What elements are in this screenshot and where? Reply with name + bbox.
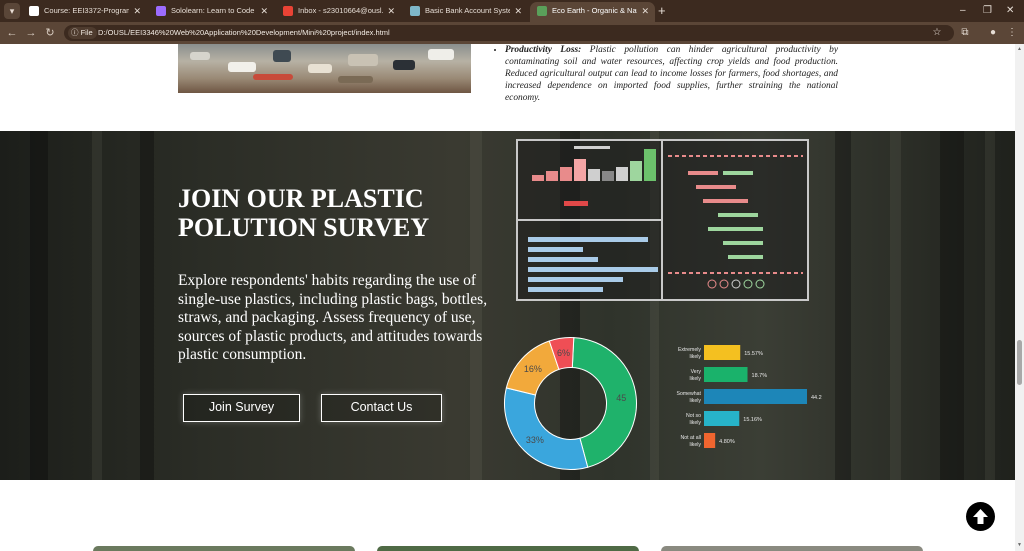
bar <box>704 345 741 360</box>
bar-value-label: 18.7% <box>752 373 768 379</box>
donut-slice-label: 33% <box>526 435 544 445</box>
scroll-down-icon[interactable]: ▼ <box>1016 542 1023 548</box>
tab-favicon-icon <box>283 6 293 16</box>
survey-title: JOIN OUR PLASTIC POLUTION SURVEY <box>178 184 430 242</box>
bar-category-label: likely <box>689 420 701 426</box>
productivity-loss-item: Productivity Loss: Plastic pollution can… <box>495 44 838 104</box>
forest-trunk <box>985 131 995 480</box>
bar-category-label: likely <box>689 442 701 448</box>
likelihood-bar-chart: Extremely likely 15.57% Very likely 18.7% Some… <box>672 343 830 453</box>
bar <box>704 367 748 382</box>
forest-trunk <box>890 131 901 480</box>
page-scrollbar[interactable]: ▲ ▼ <box>1015 44 1024 551</box>
close-window-icon[interactable]: ✕ <box>1006 2 1014 20</box>
bar-value-label: 15.16% <box>743 417 762 423</box>
scrollbar-thumb[interactable] <box>1017 340 1022 385</box>
forest-trunk <box>940 131 964 480</box>
profile-avatar-icon[interactable]: ● <box>985 25 1001 41</box>
survey-section: JOIN OUR PLASTIC POLUTION SURVEY Explore… <box>0 131 1015 480</box>
browser-tab[interactable]: Course: EEI3372-Programming ✕ <box>22 2 147 22</box>
bar <box>704 433 716 448</box>
restore-icon[interactable]: ❐ <box>983 2 992 20</box>
bar-chart-svg: Extremelylikely 15.57%Verylikely 18.7%Some… <box>676 345 830 448</box>
tab-title: Inbox - s23010664@ousl.lk - Th <box>298 6 383 15</box>
bookmark-star-icon[interactable]: ☆ <box>929 25 945 41</box>
browser-tab[interactable]: Basic Bank Account System ✕ <box>403 2 528 22</box>
forest-trunk <box>30 131 48 480</box>
tab-title: Sololearn: Learn to Code <box>171 6 255 15</box>
usage-donut-chart: 45 33% 16% 6% <box>503 336 638 471</box>
donut-slice-label: 6% <box>557 348 570 358</box>
tab-favicon-icon <box>156 6 166 16</box>
productivity-loss-term: Productivity Loss: <box>505 45 582 55</box>
content-card <box>93 546 355 551</box>
new-tab-icon[interactable]: + <box>658 1 666 21</box>
join-survey-button[interactable]: Join Survey <box>183 394 300 422</box>
tab-search-icon[interactable]: ▾ <box>4 3 20 19</box>
donut-svg: 45 33% 16% 6% <box>504 337 637 470</box>
bar-category-label: Extremely <box>678 347 701 353</box>
plastic-waste-photo <box>178 44 471 93</box>
bar <box>704 389 807 404</box>
file-chip-label: File <box>80 28 93 37</box>
donut-slice-label: 45 <box>616 393 626 403</box>
tab-close-icon[interactable]: ✕ <box>133 2 141 20</box>
browser-tab-strip: ▾ Course: EEI3372-Programming✕Sololearn:… <box>0 0 1024 22</box>
browser-toolbar: ← → ↻ ⓘ File D:/OUSL/EEI3346%20Web%20App… <box>0 22 1024 44</box>
browser-tab[interactable]: Inbox - s23010664@ousl.lk - Th ✕ <box>276 2 401 22</box>
bar-category-label: likely <box>689 398 701 404</box>
donut-slice-label: 16% <box>524 364 542 374</box>
tab-favicon-icon <box>410 6 420 16</box>
menu-kebab-icon[interactable]: ⋮ <box>1004 25 1020 41</box>
bar-category-label: likely <box>689 354 701 360</box>
tab-title: Basic Bank Account System <box>425 6 510 15</box>
url-text[interactable]: D:/OUSL/EEI3346%20Web%20Application%20De… <box>98 25 390 41</box>
page-viewport: Productivity Loss: Plastic pollution can… <box>0 44 1024 551</box>
tab-title: Course: EEI3372-Programming <box>44 6 129 15</box>
content-card <box>661 546 923 551</box>
address-bar[interactable]: ⓘ File D:/OUSL/EEI3346%20Web%20Applicati… <box>64 25 954 41</box>
bar-category-label: Somewhat <box>676 391 701 397</box>
extensions-icon[interactable]: ⧉ <box>957 25 973 41</box>
bar-category-label: Not at all <box>681 435 701 441</box>
content-card <box>377 546 639 551</box>
productivity-loss-text: Productivity Loss: Plastic pollution can… <box>505 44 838 104</box>
forward-icon[interactable]: → <box>23 25 39 41</box>
tab-close-icon[interactable]: ✕ <box>641 2 649 20</box>
back-to-top-button[interactable] <box>966 502 995 531</box>
reload-icon[interactable]: ↻ <box>42 25 58 41</box>
back-icon[interactable]: ← <box>4 25 20 41</box>
bar-category-label: likely <box>689 376 701 382</box>
bar-value-label: 44.26% <box>811 395 822 401</box>
dashboard-preview-graphic <box>518 141 803 299</box>
tab-favicon-icon <box>537 6 547 16</box>
site-info-chip[interactable]: ⓘ File <box>68 27 97 39</box>
bar <box>704 411 740 426</box>
browser-tab[interactable]: Eco Earth - Organic & Natural ✕ <box>530 2 655 22</box>
contact-us-button[interactable]: Contact Us <box>321 394 442 422</box>
tab-close-icon[interactable]: ✕ <box>260 2 268 20</box>
bar-category-label: Very <box>691 369 702 375</box>
browser-tab[interactable]: Sololearn: Learn to Code ✕ <box>149 2 274 22</box>
dashboard-preview-image <box>516 139 809 301</box>
tab-close-icon[interactable]: ✕ <box>514 2 522 20</box>
forest-trunk <box>92 131 102 480</box>
tab-favicon-icon <box>29 6 39 16</box>
bar-value-label: 4.80% <box>719 439 735 445</box>
bar-value-label: 15.57% <box>744 351 763 357</box>
arrow-up-icon <box>973 509 988 524</box>
tab-title: Eco Earth - Organic & Natural <box>552 6 637 15</box>
bar-category-label: Not so <box>686 413 701 419</box>
scroll-up-icon[interactable]: ▲ <box>1016 46 1023 52</box>
tab-close-icon[interactable]: ✕ <box>387 2 395 20</box>
survey-description: Explore respondents' habits regarding th… <box>178 272 488 363</box>
forest-trunk <box>140 131 154 480</box>
donut-slice <box>504 387 589 470</box>
minimize-icon[interactable]: – <box>960 2 966 20</box>
forest-trunk <box>835 131 851 480</box>
